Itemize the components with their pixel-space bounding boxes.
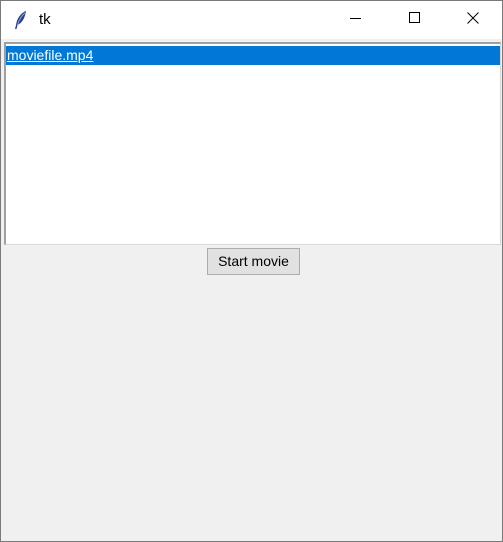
minimize-icon bbox=[350, 11, 362, 29]
feather-icon bbox=[13, 10, 29, 30]
list-item-label: moviefile.mp4 bbox=[7, 47, 94, 63]
minimize-button[interactable] bbox=[327, 1, 385, 39]
maximize-button[interactable] bbox=[386, 1, 444, 39]
title-bar[interactable]: tk bbox=[1, 1, 502, 39]
close-button[interactable] bbox=[444, 1, 502, 39]
app-window: tk moviefile.mp4 Start movie bbox=[0, 0, 503, 542]
close-icon bbox=[467, 11, 479, 29]
client-area: moviefile.mp4 Start movie bbox=[1, 39, 502, 541]
list-item[interactable]: moviefile.mp4 bbox=[6, 46, 500, 65]
maximize-icon bbox=[409, 11, 421, 29]
window-title: tk bbox=[39, 11, 51, 28]
file-listbox[interactable]: moviefile.mp4 bbox=[4, 42, 501, 245]
start-movie-button[interactable]: Start movie bbox=[207, 248, 300, 275]
